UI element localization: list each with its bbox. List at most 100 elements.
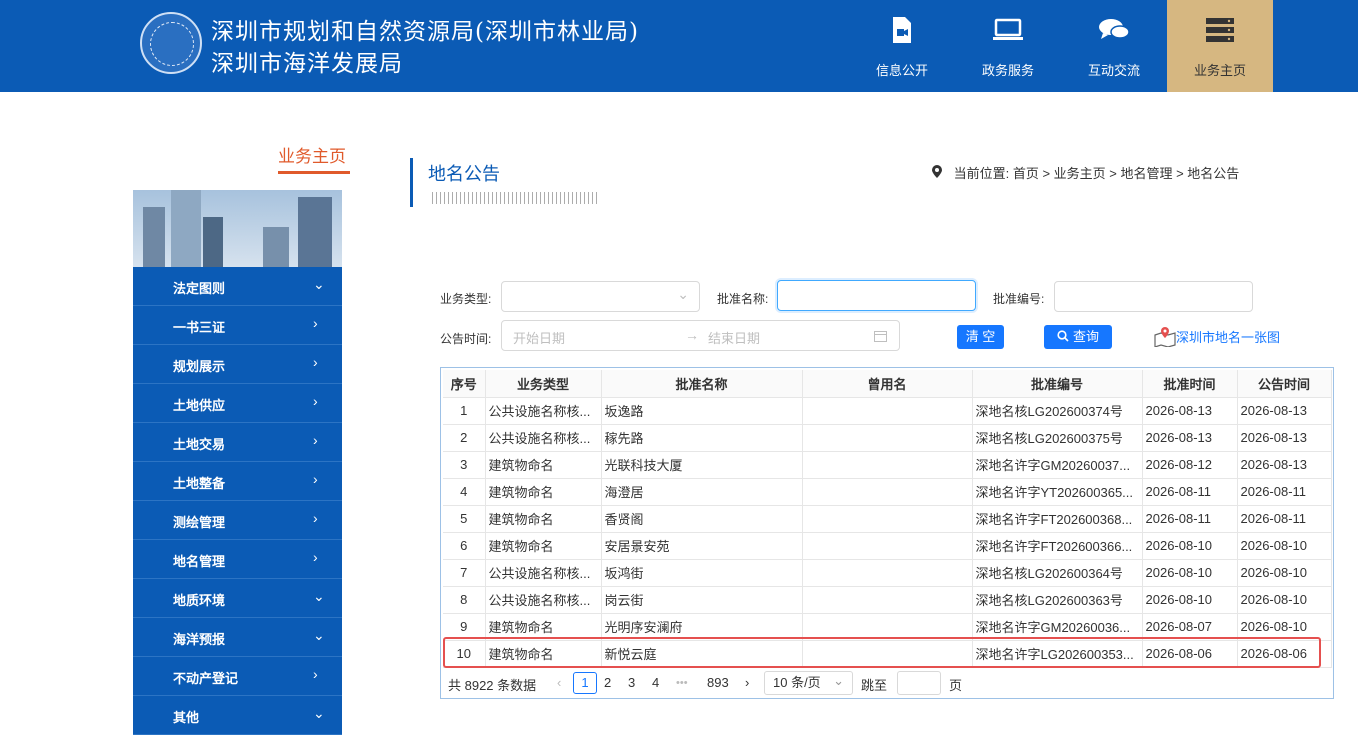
sidebar-item[interactable]: 地质环境 ⌄ — [133, 579, 342, 618]
page-3-button[interactable]: 3 — [628, 675, 635, 690]
map-pin-icon — [1154, 327, 1176, 350]
sidebar-item[interactable]: 测绘管理 › — [133, 501, 342, 540]
city-skyline-image — [133, 190, 342, 267]
sidebar-item[interactable]: 土地整备 › — [133, 462, 342, 501]
table-cell: 深地名核LG202600375号 — [972, 424, 1143, 452]
table-cell: 3 — [443, 451, 486, 479]
chevron-right-icon: › — [313, 666, 318, 682]
map-link-text: 深圳市地名一张图 — [1176, 330, 1281, 345]
sidebar-item-label: 地质环境 — [173, 593, 226, 608]
chevron-right-icon: › — [313, 315, 318, 331]
table-row[interactable]: 6 建筑物命名 安居景安苑 深地名许字FT202600366... 2026-08-10… — [443, 532, 1332, 560]
table-row[interactable]: 2 公共设施名称核... 稼先路 深地名核LG202600375号 2026-08-13… — [443, 424, 1332, 452]
column-header: 序号 — [443, 370, 486, 398]
table-cell: 稼先路 — [601, 424, 803, 452]
table-cell: 2026-08-11 — [1142, 505, 1238, 533]
nav-info-disclosure[interactable]: 信息公开 — [849, 0, 955, 92]
page-1-button[interactable]: 1 — [573, 672, 597, 694]
table-row[interactable]: 3 建筑物命名 光联科技大厦 深地名许字GM20260037... 2026-08-12… — [443, 451, 1332, 479]
sidebar-item[interactable]: 不动产登记 › — [133, 657, 342, 696]
sidebar-item-label: 法定图则 — [173, 281, 226, 296]
calendar-icon — [874, 330, 887, 345]
date-range-picker[interactable]: 开始日期 → 结束日期 — [501, 320, 900, 351]
title-decoration — [432, 192, 599, 204]
sidebar-item[interactable]: 法定图则 ⌄ — [133, 267, 342, 306]
page-last-button[interactable]: 893 — [707, 675, 729, 690]
approved-name-label: 批准名称: — [717, 292, 769, 306]
table-row[interactable]: 1 公共设施名称核... 坂逸路 深地名核LG202600374号 2026-08-13… — [443, 397, 1332, 425]
chevron-right-icon: › — [313, 432, 318, 448]
nav-interaction[interactable]: 互动交流 — [1061, 0, 1167, 92]
place-name-map-link[interactable]: 深圳市地名一张图 — [1154, 327, 1280, 350]
table-cell: 2026-08-10 — [1142, 532, 1238, 560]
table-cell: 建筑物命名 — [485, 505, 602, 533]
nav-label: 业务主页 — [1193, 63, 1246, 78]
org-name-line1: 深圳市规划和自然资源局(深圳市林业局) — [211, 19, 639, 45]
chevron-down-icon: ⌄ — [833, 673, 844, 688]
table-cell: 4 — [443, 478, 486, 506]
table-body: 1 公共设施名称核... 坂逸路 深地名核LG202600374号 2026-08-13… — [443, 397, 1332, 668]
sidebar-item-label: 海洋预报 — [173, 632, 226, 647]
end-date-placeholder: 结束日期 — [708, 331, 761, 346]
column-header: 业务类型 — [485, 370, 602, 398]
sidebar-menu: 法定图则 ⌄ 一书三证 › 规划展示 › 土地供应 › 土地交易 › 土地整备 › 测绘管理 › 地名管理 ›… — [133, 267, 342, 735]
jump-page-input[interactable] — [897, 671, 941, 695]
page-size-select[interactable]: 10 条/页 ⌄ — [764, 671, 853, 695]
table-cell: 2026-08-10 — [1237, 586, 1332, 614]
table-cell: 公共设施名称核... — [485, 559, 602, 587]
table-row[interactable]: 7 公共设施名称核... 坂鸿街 深地名核LG202600364号 2026-08-10… — [443, 559, 1332, 587]
sidebar-item[interactable]: 一书三证 › — [133, 306, 342, 345]
table-cell: 2026-08-13 — [1142, 424, 1238, 452]
approved-name-input[interactable] — [777, 280, 976, 311]
table-cell: 2026-08-07 — [1142, 613, 1238, 641]
table-row[interactable]: 4 建筑物命名 海澄居 深地名许字YT202600365... 2026-08-11 20… — [443, 478, 1332, 506]
sidebar-item[interactable]: 地名管理 › — [133, 540, 342, 579]
more-pages-ellipsis[interactable]: ••• — [676, 677, 688, 689]
table-cell — [802, 532, 973, 560]
table-cell: 8 — [443, 586, 486, 614]
table-cell — [802, 586, 973, 614]
bureau-seal-logo[interactable] — [140, 12, 202, 74]
approval-code-input[interactable] — [1054, 281, 1253, 312]
next-page-button[interactable]: › — [745, 675, 749, 690]
nav-business-home[interactable]: 业务主页 — [1167, 0, 1273, 92]
sidebar-item-label: 不动产登记 — [173, 671, 239, 686]
table-cell: 深地名许字YT202600365... — [972, 478, 1143, 506]
table-row[interactable]: 10 建筑物命名 新悦云庭 深地名许字LG202600353... 2026-08-06… — [443, 640, 1332, 668]
chevron-down-icon: ⌄ — [313, 276, 325, 292]
table-row[interactable]: 9 建筑物命名 光明序安澜府 深地名许字GM20260036... 2026-08-07… — [443, 613, 1332, 641]
table-cell: 2026-08-11 — [1142, 478, 1238, 506]
page-2-button[interactable]: 2 — [604, 675, 611, 690]
clear-button[interactable]: 清 空 — [957, 325, 1004, 349]
table-cell: 海澄居 — [601, 478, 803, 506]
sidebar-item-label: 其他 — [173, 710, 200, 725]
business-type-select[interactable]: ⌄ — [501, 281, 700, 312]
chevron-down-icon: ⌄ — [313, 588, 325, 604]
nav-gov-services[interactable]: 政务服务 — [955, 0, 1061, 92]
sidebar-item[interactable]: 规划展示 › — [133, 345, 342, 384]
jump-label: 跳至 — [861, 678, 888, 693]
sidebar-item[interactable]: 土地交易 › — [133, 423, 342, 462]
sidebar-item[interactable]: 海洋预报 ⌄ — [133, 618, 342, 657]
sidebar-item[interactable]: 土地供应 › — [133, 384, 342, 423]
table-cell — [802, 505, 973, 533]
sidebar-item[interactable]: 其他 ⌄ — [133, 696, 342, 735]
prev-page-button[interactable]: ‹ — [557, 675, 561, 690]
table-row[interactable]: 8 公共设施名称核... 岗云街 深地名核LG202600363号 2026-08-10… — [443, 586, 1332, 614]
table-cell: 2026-08-11 — [1237, 505, 1332, 533]
table-cell: 2026-08-13 — [1237, 424, 1332, 452]
query-button[interactable]: 查询 — [1044, 325, 1112, 349]
table-cell: 深地名核LG202600374号 — [972, 397, 1143, 425]
table-row[interactable]: 5 建筑物命名 香贤阁 深地名许字FT202600368... 2026-08-11 20… — [443, 505, 1332, 533]
sidebar-item-label: 地名管理 — [173, 554, 226, 569]
search-icon — [1057, 326, 1069, 350]
chevron-right-icon: › — [313, 393, 318, 409]
page-4-button[interactable]: 4 — [652, 675, 659, 690]
column-header: 批准名称 — [601, 370, 803, 398]
table-header-row: 序号 业务类型 批准名称 曾用名 批准编号 批准时间 公告时间 — [443, 370, 1332, 398]
query-label: 查询 — [1072, 329, 1099, 344]
table-cell: 建筑物命名 — [485, 613, 602, 641]
table-cell: 公共设施名称核... — [485, 397, 602, 425]
table-cell: 6 — [443, 532, 486, 560]
sidebar-title: 业务主页 — [278, 147, 346, 166]
